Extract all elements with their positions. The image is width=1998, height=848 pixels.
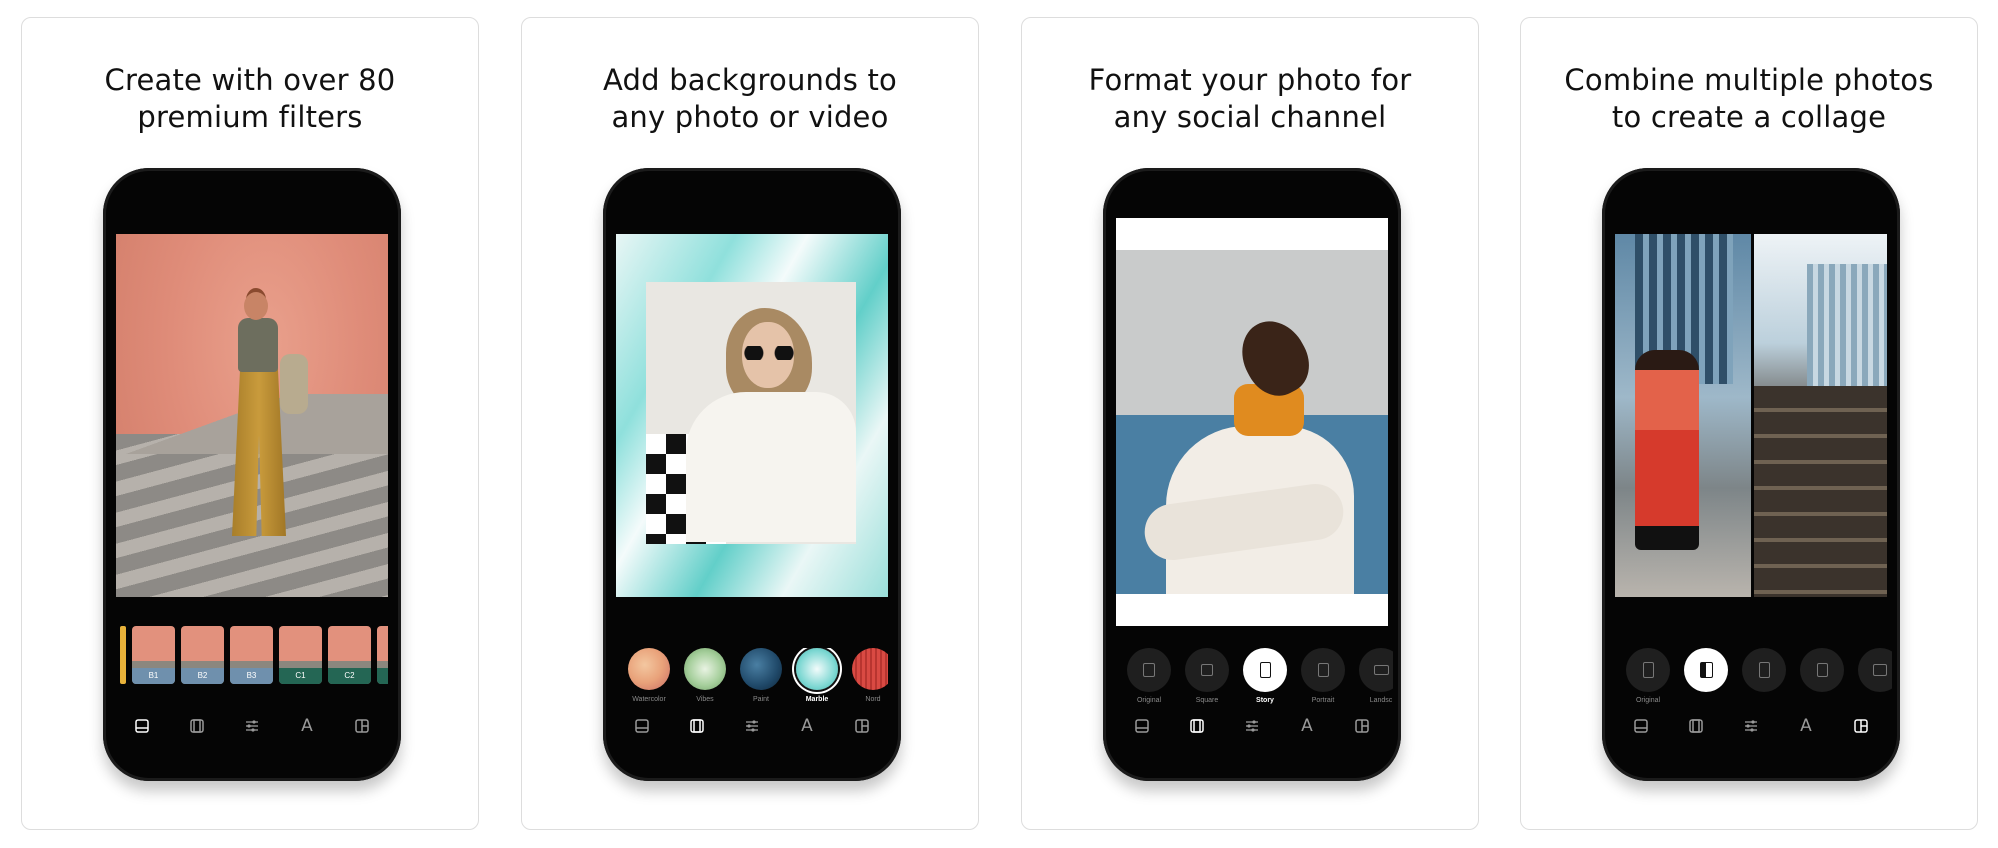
background-option[interactable]: Watercolor bbox=[628, 648, 670, 708]
background-option[interactable]: Vibes bbox=[684, 648, 726, 708]
adjust-icon[interactable] bbox=[741, 715, 763, 737]
format-option[interactable]: Original bbox=[1127, 648, 1171, 708]
layout-option[interactable] bbox=[1684, 648, 1728, 708]
headline-line-1: Create with over 80 bbox=[104, 63, 396, 97]
filter-thumbnail[interactable] bbox=[377, 626, 388, 684]
layout-option[interactable] bbox=[1742, 648, 1786, 708]
headline-line-1: Add backgrounds to bbox=[603, 63, 897, 97]
card-headline: Format your photo for any social channel bbox=[1022, 62, 1478, 136]
phone-mockup: Original A bbox=[1602, 168, 1900, 781]
crop-icon[interactable] bbox=[631, 715, 653, 737]
promo-card-backgrounds: Add backgrounds to any photo or video Wa… bbox=[521, 17, 979, 830]
headline-line-2: any photo or video bbox=[611, 100, 889, 134]
headline-line-1: Format your photo for bbox=[1088, 63, 1412, 97]
background-option-label: Vibes bbox=[696, 696, 714, 703]
filter-label: B3 bbox=[230, 668, 273, 684]
editor-toolbar: A bbox=[1131, 715, 1373, 737]
promo-card-formats: Format your photo for any social channel… bbox=[1021, 17, 1479, 830]
background-icon[interactable] bbox=[1685, 715, 1707, 737]
phone-mockup: B1 B2 B3 C1 C2 A bbox=[103, 168, 401, 781]
adjust-icon[interactable] bbox=[1740, 715, 1762, 737]
filter-label: B1 bbox=[132, 668, 175, 684]
promo-card-filters: Create with over 80 premium filters B1 B… bbox=[21, 17, 479, 830]
photo-preview bbox=[1615, 234, 1887, 597]
editor-toolbar: A bbox=[1630, 715, 1872, 737]
filter-thumbnail[interactable]: B3 bbox=[230, 626, 273, 684]
text-icon[interactable]: A bbox=[1296, 715, 1318, 737]
headline-line-2: premium filters bbox=[137, 100, 363, 134]
format-option-label: Landsc bbox=[1369, 697, 1393, 704]
adjust-icon[interactable] bbox=[1241, 715, 1263, 737]
format-option[interactable]: Portrait bbox=[1301, 648, 1345, 708]
format-picker: Original Square Story Portrait Landsc bbox=[1111, 648, 1393, 708]
background-picker: Watercolor Vibes Paint Marble Nord bbox=[616, 648, 888, 708]
editor-toolbar: A bbox=[131, 715, 373, 737]
photo-preview bbox=[616, 234, 888, 597]
card-headline: Add backgrounds to any photo or video bbox=[522, 62, 978, 136]
photo-preview bbox=[1116, 218, 1388, 626]
filter-thumbnail[interactable]: B2 bbox=[181, 626, 224, 684]
background-option-label: Watercolor bbox=[632, 696, 666, 703]
background-option-label: Marble bbox=[805, 696, 829, 703]
format-option-label: Story bbox=[1256, 697, 1274, 704]
card-headline: Combine multiple photos to create a coll… bbox=[1521, 62, 1977, 136]
collage-icon[interactable] bbox=[351, 715, 373, 737]
format-option[interactable]: Landsc bbox=[1359, 648, 1393, 708]
editor-toolbar: A bbox=[631, 715, 873, 737]
filter-label: C1 bbox=[279, 668, 322, 684]
background-icon[interactable] bbox=[186, 715, 208, 737]
background-option-label: Paint bbox=[753, 696, 769, 703]
filter-thumbnail[interactable]: C1 bbox=[279, 626, 322, 684]
card-headline: Create with over 80 premium filters bbox=[22, 62, 478, 136]
background-option[interactable]: Nord bbox=[852, 648, 888, 708]
adjust-icon[interactable] bbox=[241, 715, 263, 737]
background-option[interactable]: Paint bbox=[740, 648, 782, 708]
format-option[interactable]: Square bbox=[1185, 648, 1229, 708]
filter-thumbnail[interactable]: C2 bbox=[328, 626, 371, 684]
format-option-label: Square bbox=[1195, 697, 1219, 704]
background-icon[interactable] bbox=[686, 715, 708, 737]
collage-icon[interactable] bbox=[851, 715, 873, 737]
filter-thumbnail[interactable] bbox=[120, 626, 126, 684]
format-option[interactable]: Story bbox=[1243, 648, 1287, 708]
text-icon[interactable]: A bbox=[796, 715, 818, 737]
crop-icon[interactable] bbox=[1630, 715, 1652, 737]
layout-option[interactable] bbox=[1800, 648, 1844, 708]
layout-option[interactable]: Original bbox=[1626, 648, 1670, 708]
promo-card-collage: Combine multiple photos to create a coll… bbox=[1520, 17, 1978, 830]
photo-preview bbox=[116, 234, 388, 597]
filter-strip[interactable]: B1 B2 B3 C1 C2 bbox=[116, 626, 388, 692]
crop-icon[interactable] bbox=[131, 715, 153, 737]
collage-icon[interactable] bbox=[1850, 715, 1872, 737]
phone-mockup: Watercolor Vibes Paint Marble Nord A bbox=[603, 168, 901, 781]
filter-label: B2 bbox=[181, 668, 224, 684]
format-option-label: Portrait bbox=[1311, 697, 1335, 704]
format-option-label: Original bbox=[1136, 697, 1162, 704]
background-icon[interactable] bbox=[1186, 715, 1208, 737]
text-icon[interactable]: A bbox=[1795, 715, 1817, 737]
framed-photo bbox=[646, 282, 856, 544]
collage-icon[interactable] bbox=[1351, 715, 1373, 737]
crop-icon[interactable] bbox=[1131, 715, 1153, 737]
background-option[interactable]: Marble bbox=[796, 648, 838, 708]
headline-line-1: Combine multiple photos bbox=[1564, 63, 1934, 97]
headline-line-2: any social channel bbox=[1113, 100, 1387, 134]
layout-option[interactable] bbox=[1858, 648, 1892, 708]
text-icon[interactable]: A bbox=[296, 715, 318, 737]
filter-thumbnail[interactable]: B1 bbox=[132, 626, 175, 684]
headline-line-2: to create a collage bbox=[1611, 100, 1887, 134]
layout-option-label: Original bbox=[1635, 697, 1661, 704]
layout-picker: Original bbox=[1610, 648, 1892, 708]
phone-mockup: Original Square Story Portrait Landsc A bbox=[1103, 168, 1401, 781]
background-option-label: Nord bbox=[865, 696, 881, 703]
filter-label: C2 bbox=[328, 668, 371, 684]
